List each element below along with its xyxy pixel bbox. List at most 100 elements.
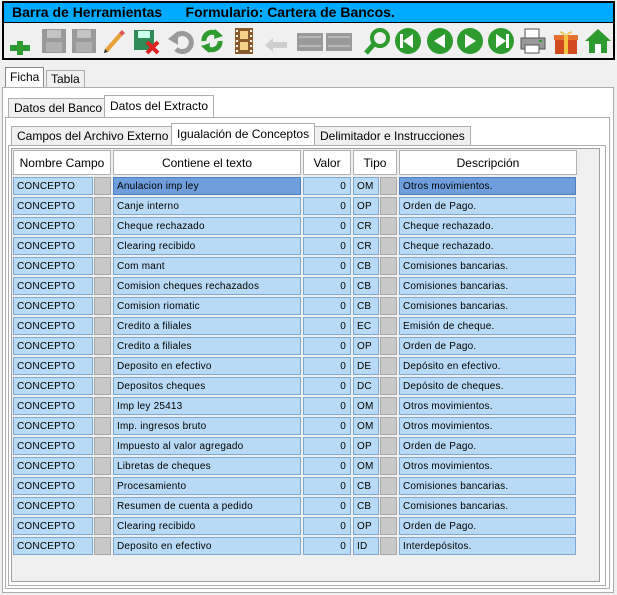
cell-valor[interactable]: 0 bbox=[303, 377, 351, 395]
tipo-lookup-button[interactable] bbox=[380, 257, 397, 275]
tipo-lookup-button[interactable] bbox=[380, 237, 397, 255]
film-button[interactable] bbox=[229, 26, 259, 56]
cell-campo[interactable]: CONCEPTO bbox=[13, 317, 93, 335]
back-disabled-button[interactable] bbox=[262, 26, 292, 56]
last-record-button[interactable] bbox=[486, 26, 516, 56]
cell-tipo[interactable]: OP bbox=[353, 517, 379, 535]
tipo-lookup-button[interactable] bbox=[380, 217, 397, 235]
campo-lookup-button[interactable] bbox=[94, 297, 111, 315]
cell-texto[interactable]: Comision riomatic bbox=[113, 297, 301, 315]
cell-valor[interactable]: 0 bbox=[303, 437, 351, 455]
cell-tipo[interactable]: CR bbox=[353, 237, 379, 255]
cell-campo[interactable]: CONCEPTO bbox=[13, 517, 93, 535]
print-button[interactable] bbox=[518, 26, 548, 56]
cell-desc[interactable]: Cheque rechazado. bbox=[399, 237, 576, 255]
cell-desc[interactable]: Emisión de cheque. bbox=[399, 317, 576, 335]
cell-desc[interactable]: Orden de Pago. bbox=[399, 437, 576, 455]
cell-tipo[interactable]: CB bbox=[353, 297, 379, 315]
undo-disabled-button[interactable] bbox=[165, 26, 195, 56]
tipo-lookup-button[interactable] bbox=[380, 277, 397, 295]
cell-tipo[interactable]: CB bbox=[353, 497, 379, 515]
tipo-lookup-button[interactable] bbox=[380, 517, 397, 535]
cell-desc[interactable]: Depósito en efectivo. bbox=[399, 357, 576, 375]
tipo-lookup-button[interactable] bbox=[380, 177, 397, 195]
tab-datos-extracto[interactable]: Datos del Extracto bbox=[104, 95, 215, 117]
cell-campo[interactable]: CONCEPTO bbox=[13, 257, 93, 275]
cell-desc[interactable]: Comisiones bancarias. bbox=[399, 257, 576, 275]
tipo-lookup-button[interactable] bbox=[380, 497, 397, 515]
cell-campo[interactable]: CONCEPTO bbox=[13, 357, 93, 375]
cell-valor[interactable]: 0 bbox=[303, 357, 351, 375]
header-contiene-texto[interactable]: Contiene el texto bbox=[113, 150, 301, 175]
cell-valor[interactable]: 0 bbox=[303, 277, 351, 295]
cell-valor[interactable]: 0 bbox=[303, 177, 351, 195]
cell-campo[interactable]: CONCEPTO bbox=[13, 197, 93, 215]
cell-texto[interactable]: Anulacion imp ley bbox=[113, 177, 301, 195]
tipo-lookup-button[interactable] bbox=[380, 297, 397, 315]
campo-lookup-button[interactable] bbox=[94, 477, 111, 495]
header-nombre-campo[interactable]: Nombre Campo bbox=[13, 150, 111, 175]
cell-tipo[interactable]: EC bbox=[353, 317, 379, 335]
cell-campo[interactable]: CONCEPTO bbox=[13, 297, 93, 315]
cell-valor[interactable]: 0 bbox=[303, 337, 351, 355]
cell-texto[interactable]: Comision cheques rechazados bbox=[113, 277, 301, 295]
campo-lookup-button[interactable] bbox=[94, 397, 111, 415]
previous-record-button[interactable] bbox=[425, 26, 455, 56]
cell-campo[interactable]: CONCEPTO bbox=[13, 437, 93, 455]
tipo-lookup-button[interactable] bbox=[380, 357, 397, 375]
first-record-button[interactable] bbox=[393, 26, 423, 56]
cell-tipo[interactable]: CB bbox=[353, 257, 379, 275]
tipo-lookup-button[interactable] bbox=[380, 477, 397, 495]
tipo-lookup-button[interactable] bbox=[380, 537, 397, 555]
cell-valor[interactable]: 0 bbox=[303, 217, 351, 235]
save-cancel-button[interactable] bbox=[131, 26, 161, 56]
edit-pencil-button[interactable] bbox=[99, 26, 129, 56]
cell-desc[interactable]: Otros movimientos. bbox=[399, 457, 576, 475]
cell-tipo[interactable]: DC bbox=[353, 377, 379, 395]
campo-lookup-button[interactable] bbox=[94, 457, 111, 475]
cell-texto[interactable]: Cheque rechazado bbox=[113, 217, 301, 235]
cell-campo[interactable]: CONCEPTO bbox=[13, 217, 93, 235]
cell-texto[interactable]: Libretas de cheques bbox=[113, 457, 301, 475]
cell-campo[interactable]: CONCEPTO bbox=[13, 377, 93, 395]
campo-lookup-button[interactable] bbox=[94, 417, 111, 435]
tipo-lookup-button[interactable] bbox=[380, 377, 397, 395]
cell-texto[interactable]: Clearing recibido bbox=[113, 237, 301, 255]
campo-lookup-button[interactable] bbox=[94, 177, 111, 195]
cell-campo[interactable]: CONCEPTO bbox=[13, 537, 93, 555]
save-all-disabled-button[interactable] bbox=[69, 26, 99, 56]
cell-desc[interactable]: Otros movimientos. bbox=[399, 177, 576, 195]
cell-tipo[interactable]: OP bbox=[353, 197, 379, 215]
tipo-lookup-button[interactable] bbox=[380, 457, 397, 475]
campo-lookup-button[interactable] bbox=[94, 437, 111, 455]
campo-lookup-button[interactable] bbox=[94, 317, 111, 335]
cell-desc[interactable]: Orden de Pago. bbox=[399, 517, 576, 535]
cell-texto[interactable]: Credito a filiales bbox=[113, 337, 301, 355]
cell-tipo[interactable]: CR bbox=[353, 217, 379, 235]
campo-lookup-button[interactable] bbox=[94, 257, 111, 275]
cell-texto[interactable]: Depositos cheques bbox=[113, 377, 301, 395]
cell-valor[interactable]: 0 bbox=[303, 417, 351, 435]
tab-delimitador[interactable]: Delimitador e Instrucciones bbox=[314, 126, 471, 145]
cell-valor[interactable]: 0 bbox=[303, 317, 351, 335]
cell-campo[interactable]: CONCEPTO bbox=[13, 457, 93, 475]
tipo-lookup-button[interactable] bbox=[380, 197, 397, 215]
cell-tipo[interactable]: OM bbox=[353, 397, 379, 415]
gift-button[interactable] bbox=[551, 26, 581, 56]
campo-lookup-button[interactable] bbox=[94, 537, 111, 555]
tipo-lookup-button[interactable] bbox=[380, 317, 397, 335]
cell-campo[interactable]: CONCEPTO bbox=[13, 477, 93, 495]
cell-desc[interactable]: Orden de Pago. bbox=[399, 197, 576, 215]
next-record-button[interactable] bbox=[455, 26, 485, 56]
cell-desc[interactable]: Comisiones bancarias. bbox=[399, 497, 576, 515]
cell-valor[interactable]: 0 bbox=[303, 517, 351, 535]
cell-campo[interactable]: CONCEPTO bbox=[13, 237, 93, 255]
cell-desc[interactable]: Orden de Pago. bbox=[399, 337, 576, 355]
cell-valor[interactable]: 0 bbox=[303, 497, 351, 515]
cell-campo[interactable]: CONCEPTO bbox=[13, 417, 93, 435]
header-valor[interactable]: Valor bbox=[303, 150, 351, 175]
campo-lookup-button[interactable] bbox=[94, 237, 111, 255]
cell-campo[interactable]: CONCEPTO bbox=[13, 497, 93, 515]
add-button[interactable] bbox=[5, 26, 35, 56]
cell-desc[interactable]: Otros movimientos. bbox=[399, 417, 576, 435]
